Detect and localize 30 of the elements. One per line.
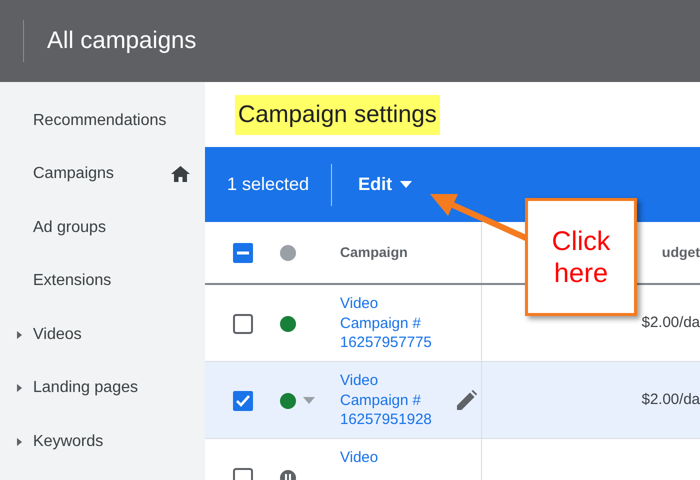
expand-arrow-icon[interactable] [17,438,22,446]
edit-dropdown-button[interactable]: Edit [358,171,412,198]
sidebar-item[interactable]: Keywords [33,430,104,454]
budget-cell-text: $2.00/da [642,390,700,410]
status-dot [280,244,296,260]
checkbox[interactable] [233,390,253,410]
home-icon [171,166,190,182]
sidebar-item[interactable]: Videos [33,322,82,347]
campaign-link[interactable]: Video Campaign # 16257957775 [340,294,448,352]
campaign-link[interactable]: Video [340,448,448,468]
checkbox[interactable] [233,314,253,334]
page-title: Campaign settings [235,94,440,134]
sidebar-item[interactable]: Extensions [33,269,112,294]
page-header-title: All campaigns [47,26,196,56]
budget-cell-text: $2.00/da [642,313,700,334]
expand-arrow-icon[interactable] [17,330,22,339]
table-row[interactable]: Video Campaign # 16257957775 $2.00/da [205,285,700,362]
pencil-icon[interactable] [457,390,477,410]
sidebar-item[interactable]: Landing pages [33,376,138,400]
campaign-link[interactable]: Video Campaign # 16257951928 [340,371,448,430]
sidebar-item[interactable]: Ad groups [33,216,106,240]
sidebar-item[interactable]: Recommendations [33,108,166,133]
caret-icon [400,181,412,188]
column-header[interactable]: Campaign [340,242,408,263]
table-row[interactable]: Video Campaign # 16257951928 $2.00/da [205,362,700,439]
sidebar-item[interactable]: Campaigns [33,162,114,186]
column-header[interactable]: udget [662,242,700,263]
expand-arrow-icon[interactable] [17,384,22,392]
checkbox[interactable] [233,242,253,262]
selection-count: 1 selected [227,173,310,196]
